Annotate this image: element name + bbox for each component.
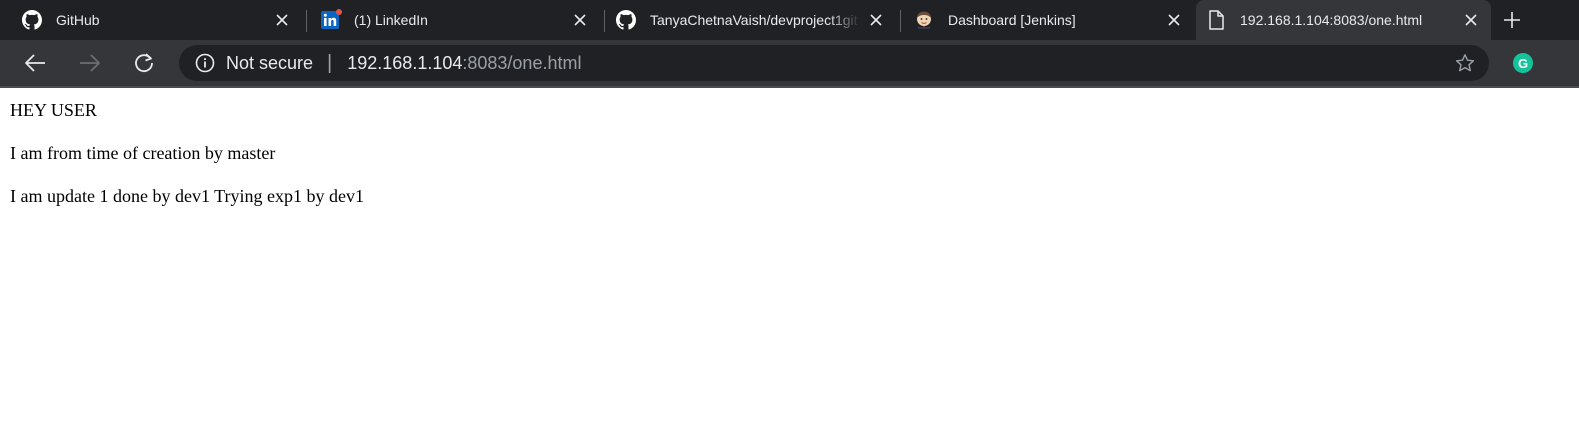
- address-bar[interactable]: Not secure | 192.168.1.104:8083/one.html: [179, 45, 1489, 81]
- github-icon: [616, 10, 636, 30]
- tab-title: TanyaChetnaVaish/devproject1git: [650, 12, 858, 28]
- tab-linkedin[interactable]: (1) LinkedIn: [310, 0, 600, 40]
- tab-title: Dashboard [Jenkins]: [948, 12, 1076, 28]
- new-tab-button[interactable]: [1498, 6, 1526, 34]
- browser-window: GitHub (1) LinkedIn TanyaChetnaVaish/dev…: [0, 0, 1579, 428]
- info-icon[interactable]: [195, 53, 215, 73]
- reload-button[interactable]: [128, 47, 160, 79]
- forward-button[interactable]: [74, 47, 106, 79]
- tab-separator: [604, 10, 605, 32]
- grammarly-extension-icon[interactable]: G: [1513, 53, 1533, 73]
- arrow-right-icon: [80, 54, 100, 72]
- arrow-left-icon: [25, 54, 45, 72]
- notification-dot-icon: [336, 9, 342, 15]
- security-label[interactable]: Not secure: [226, 53, 313, 74]
- tab-active-page[interactable]: 192.168.1.104:8083/one.html: [1196, 0, 1491, 40]
- url-path: :8083/one.html: [462, 52, 582, 73]
- update-text: I am update 1 done by dev1 Trying exp1 b…: [10, 186, 364, 206]
- jenkins-icon: [914, 10, 934, 30]
- close-icon[interactable]: [866, 10, 886, 30]
- greeting-text: HEY USER: [10, 100, 97, 120]
- close-icon[interactable]: [1461, 10, 1481, 30]
- tab-title: (1) LinkedIn: [354, 12, 428, 28]
- tab-github[interactable]: GitHub: [12, 0, 302, 40]
- omnibox-divider: |: [327, 51, 333, 74]
- bookmark-star-icon[interactable]: [1455, 53, 1475, 73]
- url-host: 192.168.1.104: [347, 52, 463, 73]
- tab-strip: GitHub (1) LinkedIn TanyaChetnaVaish/dev…: [0, 0, 1579, 40]
- close-icon[interactable]: [272, 10, 292, 30]
- close-icon[interactable]: [1164, 10, 1184, 30]
- page-content: HEY USER I am from time of creation by m…: [0, 88, 1579, 428]
- tab-separator: [306, 10, 307, 32]
- tab-github-repo[interactable]: TanyaChetnaVaish/devproject1git: [606, 0, 896, 40]
- page-icon: [1206, 10, 1226, 30]
- url-text[interactable]: 192.168.1.104:8083/one.html: [347, 53, 581, 74]
- close-icon[interactable]: [570, 10, 590, 30]
- linkedin-icon: [320, 9, 342, 30]
- toolbar: Not secure | 192.168.1.104:8083/one.html…: [0, 40, 1579, 86]
- plus-icon: [1504, 12, 1520, 28]
- tab-separator: [900, 10, 901, 32]
- tab-title: GitHub: [56, 12, 100, 28]
- reload-icon: [135, 53, 153, 73]
- back-button[interactable]: [19, 47, 51, 79]
- tab-title: 192.168.1.104:8083/one.html: [1240, 12, 1423, 28]
- github-icon: [22, 10, 42, 30]
- tab-jenkins[interactable]: Dashboard [Jenkins]: [904, 0, 1194, 40]
- creation-text: I am from time of creation by master: [10, 143, 276, 163]
